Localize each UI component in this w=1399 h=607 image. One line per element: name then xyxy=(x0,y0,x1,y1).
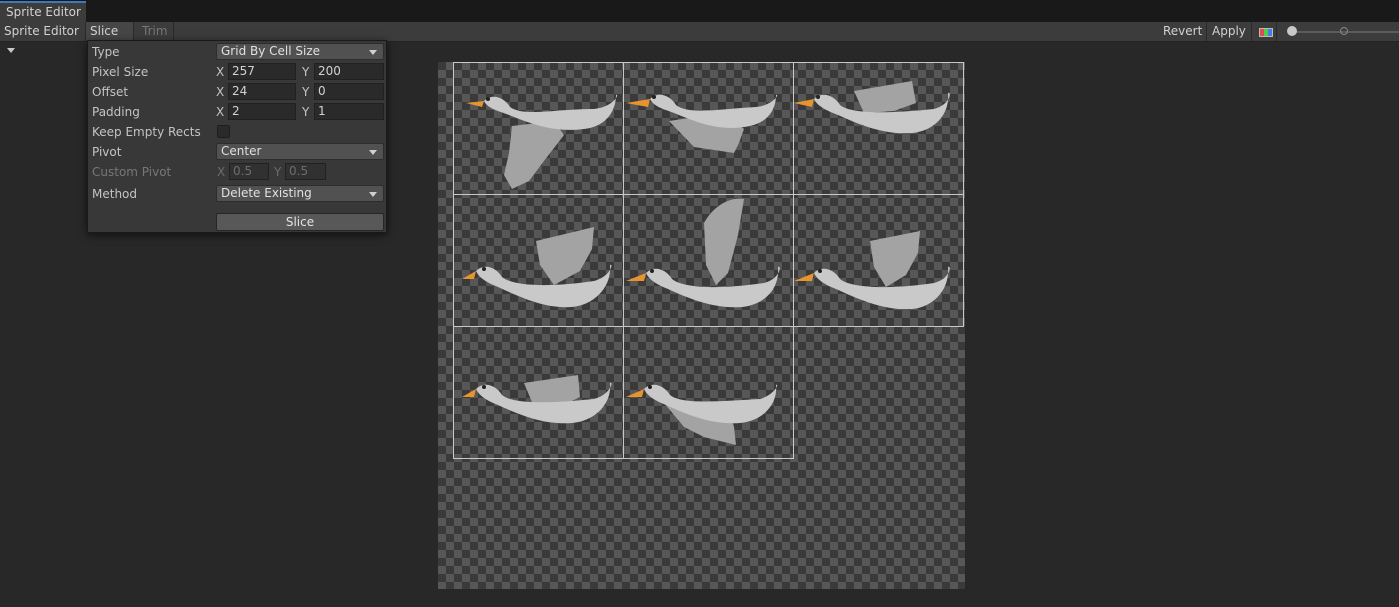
toolbar: Sprite Editor Slice Trim Revert Apply xyxy=(0,22,1399,53)
pivot-value: Center xyxy=(221,144,262,158)
sprite-cell[interactable] xyxy=(453,62,624,195)
goose-sprite xyxy=(794,231,950,310)
goose-sprite xyxy=(462,375,612,424)
sprite-cell[interactable] xyxy=(453,194,624,327)
type-value: Grid By Cell Size xyxy=(221,44,321,58)
goose-sprite xyxy=(462,227,612,308)
offset-y-field[interactable]: 0 xyxy=(314,83,384,100)
custom-pivot-label: Custom Pivot xyxy=(92,165,172,179)
x-axis-label: X xyxy=(217,165,226,179)
offset-label: Offset xyxy=(92,85,129,99)
custom-pivot-y-field[interactable]: 0.5 xyxy=(285,163,326,180)
padding-label: Padding xyxy=(92,105,140,119)
goose-sprite xyxy=(626,384,778,445)
chevron-down-icon xyxy=(369,150,377,155)
offset-x-field[interactable]: 24 xyxy=(228,83,296,100)
mode-dropdown-label: Sprite Editor xyxy=(4,24,79,38)
pivot-dropdown[interactable]: Center xyxy=(216,143,384,160)
padding-y-field[interactable]: 1 xyxy=(314,103,384,120)
apply-label: Apply xyxy=(1212,24,1246,38)
keep-empty-rects-checkbox[interactable] xyxy=(217,125,230,138)
slice-dropdown-button[interactable]: Slice xyxy=(86,22,134,53)
pixel-size-y-field[interactable]: 200 xyxy=(314,63,384,80)
trim-label: Trim xyxy=(142,24,168,38)
x-axis-label: X xyxy=(216,65,225,79)
trim-button[interactable]: Trim xyxy=(138,22,174,41)
y-axis-label: Y xyxy=(274,165,282,179)
pivot-label: Pivot xyxy=(92,145,122,159)
goose-sprite xyxy=(626,198,780,308)
pixel-size-label: Pixel Size xyxy=(92,65,149,79)
chevron-down-icon xyxy=(369,50,377,55)
window-tab-bar: Sprite Editor xyxy=(0,0,1399,22)
y-axis-label: Y xyxy=(302,85,310,99)
y-axis-label: Y xyxy=(302,105,310,119)
revert-label: Revert xyxy=(1163,24,1203,38)
sprite-cell[interactable] xyxy=(623,326,794,459)
goose-sprite xyxy=(466,94,618,189)
window-title: Sprite Editor xyxy=(6,5,81,19)
goose-sprite xyxy=(794,81,950,134)
sprite-cell[interactable] xyxy=(623,194,794,327)
apply-button[interactable]: Apply xyxy=(1208,22,1248,41)
zoom-slider-thumb[interactable] xyxy=(1340,27,1348,35)
x-axis-label: X xyxy=(216,85,225,99)
revert-button[interactable]: Revert xyxy=(1159,22,1207,41)
chevron-down-icon xyxy=(7,48,15,53)
slice-button-label: Slice xyxy=(90,24,119,38)
type-label: Type xyxy=(92,45,120,59)
slice-button[interactable]: Slice xyxy=(216,213,384,231)
sprite-canvas[interactable] xyxy=(438,62,965,589)
sprite-cell[interactable] xyxy=(793,194,964,327)
sprite-cell[interactable] xyxy=(453,326,624,459)
padding-x-field[interactable]: 2 xyxy=(228,103,296,120)
zoom-min-icon[interactable] xyxy=(1287,26,1297,36)
y-axis-label: Y xyxy=(302,65,310,79)
method-label: Method xyxy=(92,187,138,201)
keep-empty-rects-label: Keep Empty Rects xyxy=(92,125,201,139)
x-axis-label: X xyxy=(216,105,225,119)
method-value: Delete Existing xyxy=(221,186,312,200)
custom-pivot-x-field[interactable]: 0.5 xyxy=(229,163,269,180)
mode-dropdown[interactable]: Sprite Editor xyxy=(0,22,86,53)
type-dropdown[interactable]: Grid By Cell Size xyxy=(216,43,384,60)
window-tab-sprite-editor[interactable]: Sprite Editor xyxy=(0,1,86,22)
slice-settings-popup: Type Grid By Cell Size Pixel Size X 257 … xyxy=(87,40,387,233)
sprite-cell[interactable] xyxy=(623,62,794,195)
method-dropdown[interactable]: Delete Existing xyxy=(216,185,384,202)
sprite-cell[interactable] xyxy=(793,62,964,195)
pixel-size-x-field[interactable]: 257 xyxy=(228,63,296,80)
chevron-down-icon xyxy=(369,192,377,197)
goose-sprite xyxy=(626,94,778,153)
color-channel-icon[interactable] xyxy=(1251,22,1277,41)
